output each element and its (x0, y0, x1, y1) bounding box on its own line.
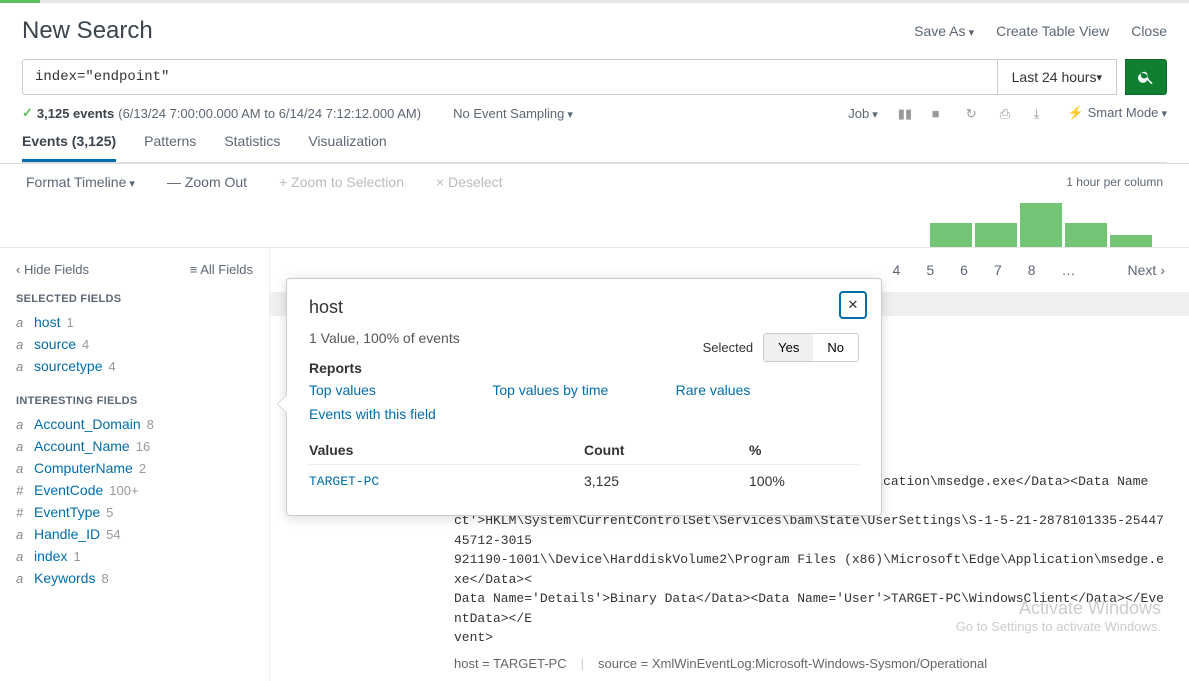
save-as-button[interactable]: Save As (914, 23, 974, 39)
event-source-value[interactable]: XmlWinEventLog:Microsoft-Windows-Sysmon/… (652, 656, 987, 671)
close-button[interactable]: Close (1131, 23, 1167, 39)
event-sampling-dropdown[interactable]: No Event Sampling (453, 106, 573, 121)
field-item-EventCode[interactable]: #EventCode100+ (16, 479, 253, 501)
timeline-bar[interactable] (1065, 223, 1107, 247)
field-item-sourcetype[interactable]: asourcetype4 (16, 355, 253, 377)
field-item-Account_Domain[interactable]: aAccount_Domain8 (16, 413, 253, 435)
timeline-chart[interactable] (0, 200, 1189, 248)
pagination-next[interactable]: Next › (1128, 262, 1165, 278)
format-timeline-dropdown[interactable]: Format Timeline (26, 174, 135, 190)
page-…: … (1062, 262, 1076, 278)
time-range-picker[interactable]: Last 24 hours (998, 59, 1117, 95)
deselect-button: × Deselect (436, 174, 503, 190)
search-button[interactable] (1125, 59, 1167, 95)
popover-title: host (309, 297, 343, 318)
tab-statistics[interactable]: Statistics (224, 133, 280, 162)
tab-visualization[interactable]: Visualization (308, 133, 386, 162)
all-fields-button[interactable]: ≡ All Fields (190, 262, 253, 277)
check-icon: ✓ (22, 105, 33, 121)
events-count: 3,125 events (37, 106, 114, 121)
time-range-text: (6/13/24 7:00:00.000 AM to 6/14/24 7:12:… (118, 106, 421, 121)
page-6[interactable]: 6 (960, 262, 968, 278)
field-item-index[interactable]: aindex1 (16, 545, 253, 567)
tab-patterns[interactable]: Patterns (144, 133, 196, 162)
timeline-bar[interactable] (1020, 203, 1062, 247)
count-col-header: Count (584, 436, 749, 465)
create-table-view-button[interactable]: Create Table View (996, 23, 1109, 39)
field-item-Account_Name[interactable]: aAccount_Name16 (16, 435, 253, 457)
reload-icon[interactable]: ↻ (966, 106, 980, 120)
page-7[interactable]: 7 (994, 262, 1002, 278)
page-title: New Search (22, 17, 153, 45)
field-item-Keywords[interactable]: aKeywords8 (16, 567, 253, 589)
field-popover: host ✕ Selected Yes No 1 Value, 100% of … (286, 278, 882, 516)
timeline-scale-label: 1 hour per column (1066, 175, 1163, 189)
interesting-fields-heading: INTERESTING FIELDS (16, 395, 253, 407)
selected-fields-heading: SELECTED FIELDS (16, 293, 253, 305)
export-icon[interactable]: ⤓ (1034, 106, 1048, 120)
timeline-bar[interactable] (1110, 235, 1152, 247)
page-4[interactable]: 4 (893, 262, 901, 278)
job-dropdown[interactable]: Job (848, 106, 878, 121)
selected-label: Selected (703, 340, 754, 355)
hide-fields-button[interactable]: ‹ Hide Fields (16, 262, 89, 277)
report-top-values-by-time[interactable]: Top values by time (492, 382, 675, 398)
zoom-to-selection-button: + Zoom to Selection (279, 174, 404, 190)
page-8[interactable]: 8 (1028, 262, 1036, 278)
field-item-Handle_ID[interactable]: aHandle_ID54 (16, 523, 253, 545)
zoom-out-button[interactable]: — Zoom Out (167, 174, 247, 190)
field-item-host[interactable]: ahost1 (16, 311, 253, 333)
report-events-with-field[interactable]: Events with this field (309, 406, 492, 422)
close-icon: ✕ (848, 297, 859, 313)
field-item-EventType[interactable]: #EventType5 (16, 501, 253, 523)
timeline-bar[interactable] (930, 223, 972, 247)
tab-events[interactable]: Events (3,125) (22, 133, 116, 162)
search-icon (1137, 68, 1155, 86)
pause-icon[interactable]: ▮▮ (898, 106, 912, 120)
selected-no-button[interactable]: No (813, 334, 858, 361)
chevron-right-icon: › (1160, 262, 1165, 278)
field-item-source[interactable]: asource4 (16, 333, 253, 355)
report-top-values[interactable]: Top values (309, 382, 492, 398)
report-rare-values[interactable]: Rare values (676, 382, 859, 398)
reports-heading: Reports (309, 360, 859, 376)
search-mode-dropdown[interactable]: Smart Mode (1068, 105, 1167, 121)
popover-close-button[interactable]: ✕ (839, 291, 867, 319)
page-5[interactable]: 5 (926, 262, 934, 278)
stop-icon[interactable]: ■ (932, 106, 946, 120)
search-input[interactable]: index="endpoint" (22, 59, 998, 95)
field-item-ComputerName[interactable]: aComputerName2 (16, 457, 253, 479)
timeline-bar[interactable] (975, 223, 1017, 247)
event-host-value[interactable]: TARGET-PC (493, 656, 566, 671)
pct-col-header: % (749, 436, 859, 465)
selected-yes-button[interactable]: Yes (764, 334, 813, 361)
values-col-header: Values (309, 436, 584, 465)
value-row[interactable]: TARGET-PC3,125100% (309, 465, 859, 498)
print-icon[interactable]: ⎙ (1000, 106, 1014, 120)
